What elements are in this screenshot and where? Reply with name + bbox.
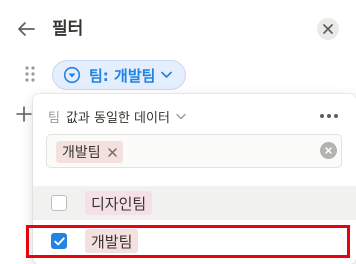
back-button[interactable] [15,18,37,40]
property-name: 팀 [48,110,60,126]
close-icon [107,147,117,157]
chevron-down-icon [161,71,173,79]
close-icon [325,147,332,154]
option-row[interactable]: 디자인팀 [33,186,356,220]
drag-handle-icon [25,66,35,82]
option-search-input[interactable]: 개발팀 [46,134,342,168]
filter-dropdown: 팀 값과 동일한 데이터 개발팀 디자인팀 개발팀 [33,94,356,264]
option-tag: 디자인팀 [85,191,153,215]
checkmark-icon [53,236,65,245]
selected-token-label: 개발팀 [62,145,101,161]
remove-token-button[interactable] [107,147,117,157]
more-options-button[interactable] [317,108,341,124]
filter-chip[interactable]: 팀: 개발팀 [52,60,186,90]
condition-selector[interactable]: 팀 값과 동일한 데이터 [48,106,186,126]
filter-chip-label: 팀: 개발팀 [89,66,156,85]
close-icon [323,24,333,34]
chevron-down-icon [176,113,186,120]
panel-title: 필터 [52,19,84,39]
option-checkbox[interactable] [51,233,67,249]
option-tag: 개발팀 [85,229,139,253]
drag-handle[interactable] [24,65,36,83]
more-horizontal-icon [320,114,338,118]
option-checkbox[interactable] [51,195,67,211]
close-button[interactable] [317,18,339,40]
selected-token: 개발팀 [56,141,123,163]
operator-label: 값과 동일한 데이터 [65,110,170,126]
arrow-left-icon [18,22,35,36]
clear-selection-button[interactable] [320,142,337,159]
option-row[interactable]: 개발팀 [33,224,356,258]
add-filter-button[interactable] [14,104,34,124]
plus-icon [16,106,32,122]
select-circle-icon [63,66,81,84]
